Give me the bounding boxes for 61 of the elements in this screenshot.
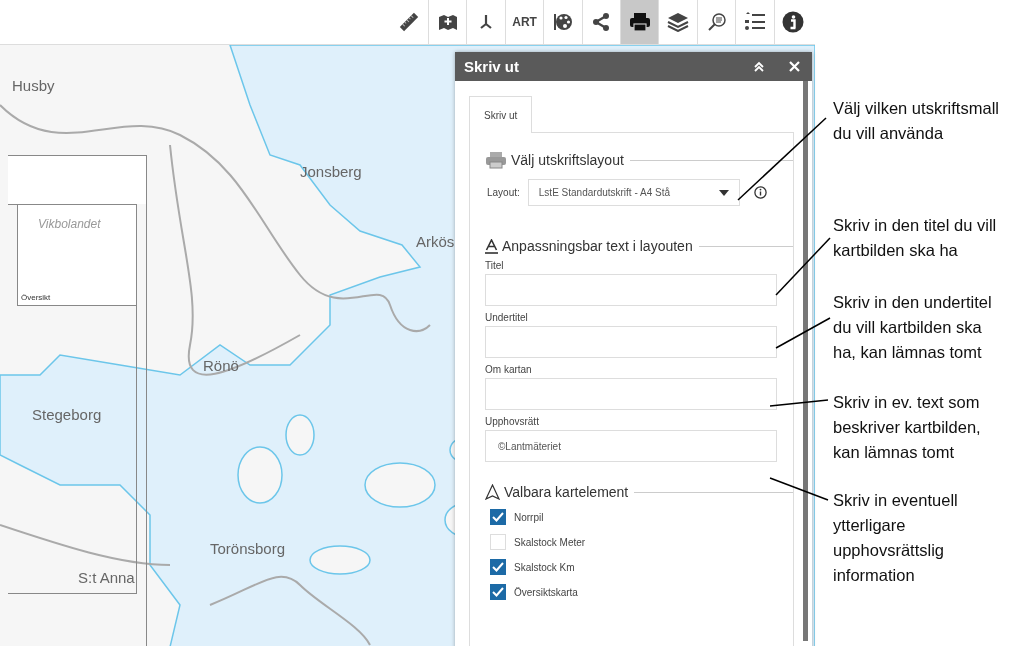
share-icon: [591, 12, 612, 32]
scrollbar[interactable]: [803, 81, 808, 641]
island: [309, 545, 371, 575]
annotation-text: Skriv in den titel du vill kartbilden ska ha: [833, 215, 997, 261]
annotation-text: Skriv in ev. text som beskriver kartbilden, kan lämnas tomt: [833, 392, 981, 463]
annotation-text: Skriv in den undertitel du vill kartbilden ska ha, kan lämnas tomt: [833, 292, 992, 363]
field-label: Layout:: [487, 187, 520, 198]
section-heading: Välj utskriftslayout: [511, 152, 624, 168]
caret-icon: [718, 189, 729, 196]
leader-line: [769, 399, 829, 407]
palette-icon: [551, 12, 574, 32]
checkbox-label: Översiktskarta: [514, 586, 578, 598]
section-heading: Valbara kartelement: [504, 484, 629, 500]
tab[interactable]: Skriv ut: [469, 96, 533, 133]
checkbox-label: Skalstock Km: [514, 561, 575, 573]
checkbox-label: Skalstock Meter: [514, 536, 586, 548]
panel-title: Skriv ut: [464, 58, 521, 75]
text-format-icon: [485, 238, 498, 254]
input-field[interactable]: ©Lantmäteriet: [485, 430, 777, 462]
annotation-text: Skriv in eventuell ytterligare upphovsrättslig information: [833, 490, 958, 586]
close-icon[interactable]: [789, 61, 800, 72]
section-heading: Anpassningsbar text i layouten: [502, 238, 693, 254]
place-label: Torönsborg: [210, 540, 286, 557]
checkbox[interactable]: [490, 584, 506, 600]
checkbox[interactable]: [490, 509, 506, 525]
island: [285, 414, 315, 456]
place-label: S:t Anna: [78, 569, 135, 586]
overview-title: Översikt: [21, 293, 51, 302]
leader-line: [775, 317, 831, 349]
field-label: Om kartan: [485, 364, 533, 375]
place-label: Stegeborg: [32, 406, 102, 423]
list-icon: [743, 12, 766, 32]
info-icon[interactable]: [753, 186, 767, 199]
input-field[interactable]: [485, 274, 777, 306]
printer-icon: [628, 12, 651, 32]
layers-icon: [667, 12, 690, 32]
info-icon: [782, 11, 805, 33]
north-arrow-icon: [485, 484, 500, 500]
field-label: Undertitel: [485, 312, 529, 323]
place-label: Husby: [12, 77, 55, 94]
input-field[interactable]: [485, 326, 777, 358]
leader-line: [769, 477, 829, 501]
toolbar-button[interactable]: [620, 0, 659, 44]
checkbox-label: Norrpil: [514, 511, 544, 523]
place-label: Rönö: [203, 357, 239, 374]
field-label: Upphovsrätt: [485, 416, 540, 427]
island: [364, 462, 436, 508]
checkbox[interactable]: [490, 559, 506, 575]
region-label: Vikbolandet: [38, 217, 101, 231]
search-icon: [706, 12, 727, 32]
annotation-text: Välj vilken utskriftsmall du vill använda: [833, 98, 999, 144]
field-label: Titel: [485, 260, 505, 271]
printer-icon: [485, 151, 507, 169]
island: [237, 446, 283, 504]
place-label: Arkös: [416, 233, 455, 250]
collapse-icon[interactable]: [753, 60, 765, 73]
layout-dropdown[interactable]: LstE Standardutskrift - A4 Stå: [527, 179, 740, 206]
leader-line: [775, 237, 831, 296]
map-view[interactable]: [0, 44, 815, 646]
input-field[interactable]: [485, 378, 777, 410]
map-plus-icon: [437, 12, 458, 32]
